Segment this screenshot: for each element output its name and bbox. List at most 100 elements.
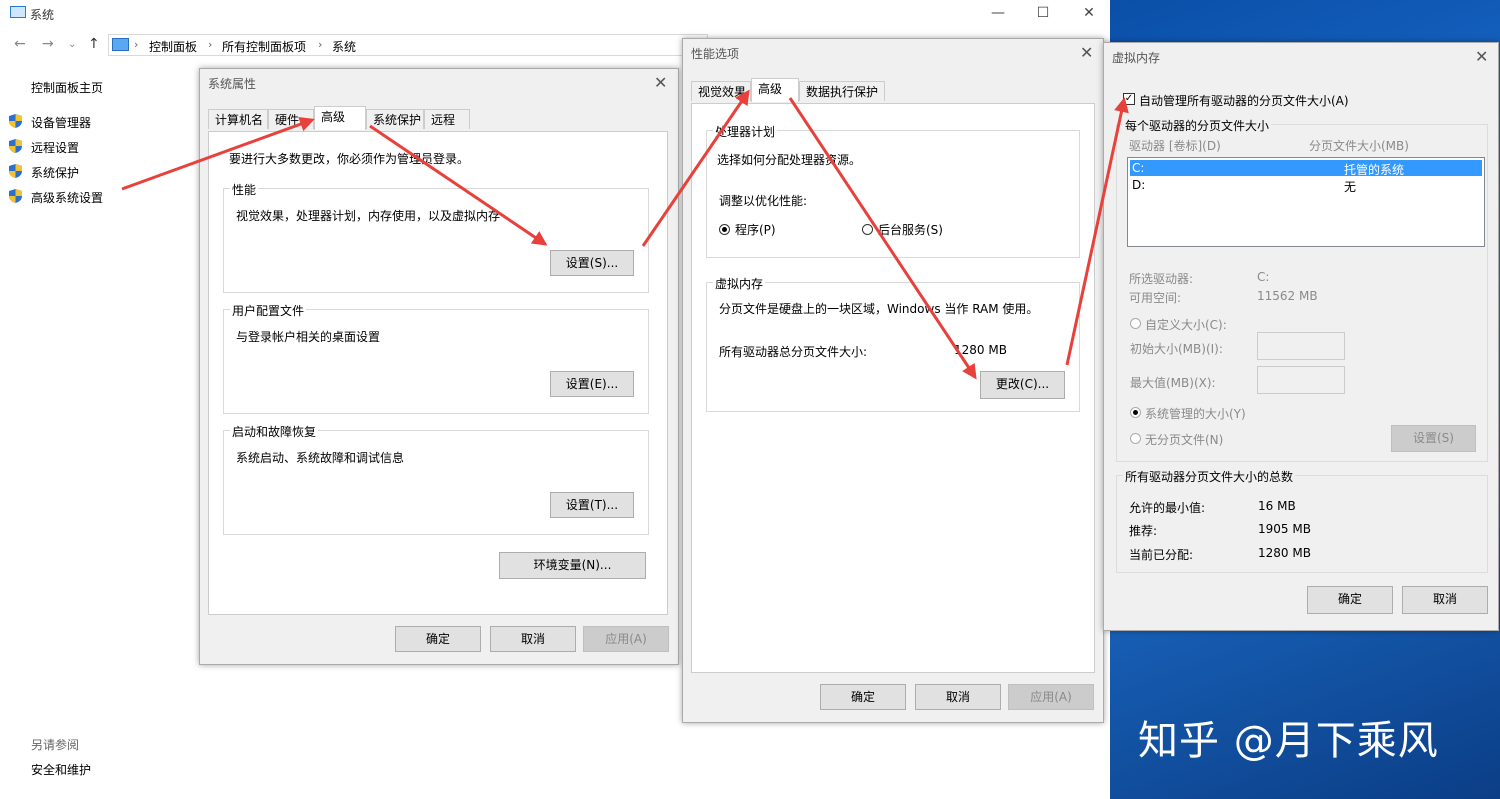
- tab-advanced[interactable]: 高级: [314, 106, 366, 130]
- group-label: 所有驱动器分页文件大小的总数: [1123, 468, 1296, 485]
- apply-button[interactable]: 应用(A): [1008, 684, 1094, 710]
- cpu-description: 选择如何分配处理器资源。: [717, 153, 862, 167]
- system-managed-radio[interactable]: [1130, 407, 1141, 418]
- cancel-button[interactable]: 取消: [915, 684, 1001, 710]
- close-icon[interactable]: ✕: [1080, 43, 1093, 62]
- back-arrow-icon[interactable]: ←: [14, 36, 26, 52]
- startup-recovery-group: 启动和故障恢复 系统启动、系统故障和调试信息 设置(T)...: [223, 423, 649, 535]
- user-profiles-group: 用户配置文件 与登录帐户相关的桌面设置 设置(E)...: [223, 302, 649, 414]
- security-maintenance-link[interactable]: 安全和维护: [31, 761, 91, 778]
- list-item-selected[interactable]: C: 托管的系统: [1130, 160, 1482, 177]
- initial-size-field[interactable]: [1257, 332, 1345, 360]
- close-button[interactable]: ✕: [1074, 2, 1104, 24]
- group-label: 虚拟内存: [713, 275, 766, 292]
- breadcrumb-item[interactable]: 控制面板: [149, 38, 197, 55]
- sidebar-item-remote-settings[interactable]: 远程设置: [31, 139, 79, 156]
- processor-scheduling-group: 处理器计划 选择如何分配处理器资源。 调整以优化性能: 程序(P) 后台服务(S…: [706, 123, 1080, 258]
- auto-manage-checkbox[interactable]: ✓: [1123, 93, 1135, 105]
- selected-drive-label: 所选驱动器:: [1129, 272, 1194, 286]
- tab-computer-name[interactable]: 计算机名: [208, 109, 268, 129]
- tab-dep[interactable]: 数据执行保护: [799, 81, 885, 101]
- cancel-button[interactable]: 取消: [490, 626, 576, 652]
- sidebar-item-device-manager[interactable]: 设备管理器: [31, 114, 91, 131]
- recent-chevron-icon[interactable]: ⌄: [68, 39, 76, 50]
- close-icon[interactable]: ✕: [1475, 47, 1488, 66]
- sidebar-item-system-protection[interactable]: 系统保护: [31, 164, 79, 181]
- control-panel-home-link[interactable]: 控制面板主页: [31, 79, 103, 96]
- system-managed-label[interactable]: 系统管理的大小(Y): [1145, 405, 1246, 422]
- dialog-title: 系统属性: [208, 77, 257, 91]
- change-button[interactable]: 更改(C)...: [980, 371, 1065, 399]
- group-label: 处理器计划: [713, 123, 778, 140]
- performance-group: 性能 视觉效果，处理器计划，内存使用，以及虚拟内存 设置(S)...: [223, 181, 649, 293]
- set-button[interactable]: 设置(S): [1391, 425, 1476, 452]
- recommended-label: 推荐:: [1129, 524, 1158, 538]
- group-label: 性能: [230, 181, 259, 198]
- min-allowed-value: 16 MB: [1258, 499, 1296, 513]
- shield-icon: [9, 114, 22, 128]
- tab-system-protection[interactable]: 系统保护: [366, 109, 424, 129]
- computer-icon: [112, 38, 129, 51]
- per-drive-group: 每个驱动器的分页文件大小 驱动器 [卷标](D) 分页文件大小(MB) C: 托…: [1116, 117, 1488, 462]
- initial-size-label: 初始大小(MB)(I):: [1130, 342, 1223, 356]
- no-paging-label[interactable]: 无分页文件(N): [1145, 431, 1223, 448]
- custom-size-radio[interactable]: [1130, 318, 1141, 329]
- computer-icon: [10, 6, 26, 18]
- performance-settings-button[interactable]: 设置(S)...: [550, 250, 634, 276]
- programs-radio[interactable]: [719, 224, 730, 235]
- allocated-label: 当前已分配:: [1129, 548, 1194, 562]
- tab-hardware[interactable]: 硬件: [268, 109, 314, 129]
- max-size-label: 最大值(MB)(X):: [1130, 376, 1216, 390]
- background-services-radio[interactable]: [862, 224, 873, 235]
- programs-radio-label[interactable]: 程序(P): [735, 221, 776, 238]
- max-size-field[interactable]: [1257, 366, 1345, 394]
- drive-list[interactable]: C: 托管的系统 D: 无: [1127, 157, 1485, 247]
- up-arrow-icon[interactable]: ↑: [88, 36, 100, 52]
- ok-button[interactable]: 确定: [1307, 586, 1393, 614]
- tab-visual-effects[interactable]: 视觉效果: [691, 81, 751, 101]
- background-services-label[interactable]: 后台服务(S): [878, 221, 943, 238]
- system-properties-dialog: 系统属性 ✕ 计算机名 硬件 高级 系统保护 远程 要进行大多数更改，你必须作为…: [199, 68, 679, 665]
- minimize-button[interactable]: —: [983, 2, 1013, 24]
- auto-manage-label[interactable]: 自动管理所有驱动器的分页文件大小(A): [1139, 92, 1349, 109]
- drive-size: 托管的系统: [1344, 163, 1405, 177]
- breadcrumb-separator-icon: ›: [318, 38, 323, 51]
- environment-variables-button[interactable]: 环境变量(N)...: [499, 552, 646, 579]
- breadcrumb-item[interactable]: 所有控制面板项: [222, 38, 306, 55]
- advanced-tab-panel: 要进行大多数更改，你必须作为管理员登录。 性能 视觉效果，处理器计划，内存使用，…: [208, 131, 668, 615]
- no-paging-radio[interactable]: [1130, 433, 1141, 444]
- vm-total-value: 1280 MB: [954, 343, 1007, 357]
- shield-icon: [9, 139, 22, 153]
- selected-drive-value: C:: [1257, 270, 1270, 284]
- list-item[interactable]: D: 无: [1130, 177, 1482, 194]
- custom-size-label[interactable]: 自定义大小(C):: [1145, 316, 1227, 333]
- cancel-button[interactable]: 取消: [1402, 586, 1488, 614]
- close-icon[interactable]: ✕: [654, 73, 667, 92]
- virtual-memory-dialog: 虚拟内存 ✕ ✓ 自动管理所有驱动器的分页文件大小(A) 每个驱动器的分页文件大…: [1103, 42, 1499, 631]
- min-allowed-label: 允许的最小值:: [1129, 501, 1206, 515]
- address-bar[interactable]: [108, 34, 708, 56]
- drive-size: 无: [1344, 180, 1357, 194]
- sidebar-item-advanced-settings[interactable]: 高级系统设置: [31, 189, 103, 206]
- dialog-title: 性能选项: [691, 47, 740, 61]
- maximize-button[interactable]: ☐: [1028, 2, 1058, 24]
- tab-advanced[interactable]: 高级: [751, 78, 799, 102]
- breadcrumb-item[interactable]: 系统: [332, 38, 356, 55]
- ok-button[interactable]: 确定: [395, 626, 481, 652]
- apply-button[interactable]: 应用(A): [583, 626, 669, 652]
- drive-letter: C:: [1132, 161, 1145, 175]
- ok-button[interactable]: 确定: [820, 684, 906, 710]
- performance-options-dialog: 性能选项 ✕ 视觉效果 高级 数据执行保护 处理器计划 选择如何分配处理器资源。…: [682, 38, 1104, 723]
- forward-arrow-icon[interactable]: →: [42, 36, 54, 52]
- breadcrumb-separator-icon: ›: [134, 38, 139, 51]
- free-space-label: 可用空间:: [1129, 291, 1182, 305]
- optimize-label: 调整以优化性能:: [719, 194, 808, 208]
- tab-remote[interactable]: 远程: [424, 109, 470, 129]
- vm-description: 分页文件是硬盘上的一块区域，Windows 当作 RAM 使用。: [719, 302, 1039, 316]
- drive-column-header: 驱动器 [卷标](D): [1129, 139, 1221, 153]
- see-also-heading: 另请参阅: [31, 738, 80, 752]
- profile-description: 与登录帐户相关的桌面设置: [236, 330, 381, 344]
- profile-settings-button[interactable]: 设置(E)...: [550, 371, 634, 397]
- startup-settings-button[interactable]: 设置(T)...: [550, 492, 634, 518]
- window-title: 系统: [30, 8, 55, 22]
